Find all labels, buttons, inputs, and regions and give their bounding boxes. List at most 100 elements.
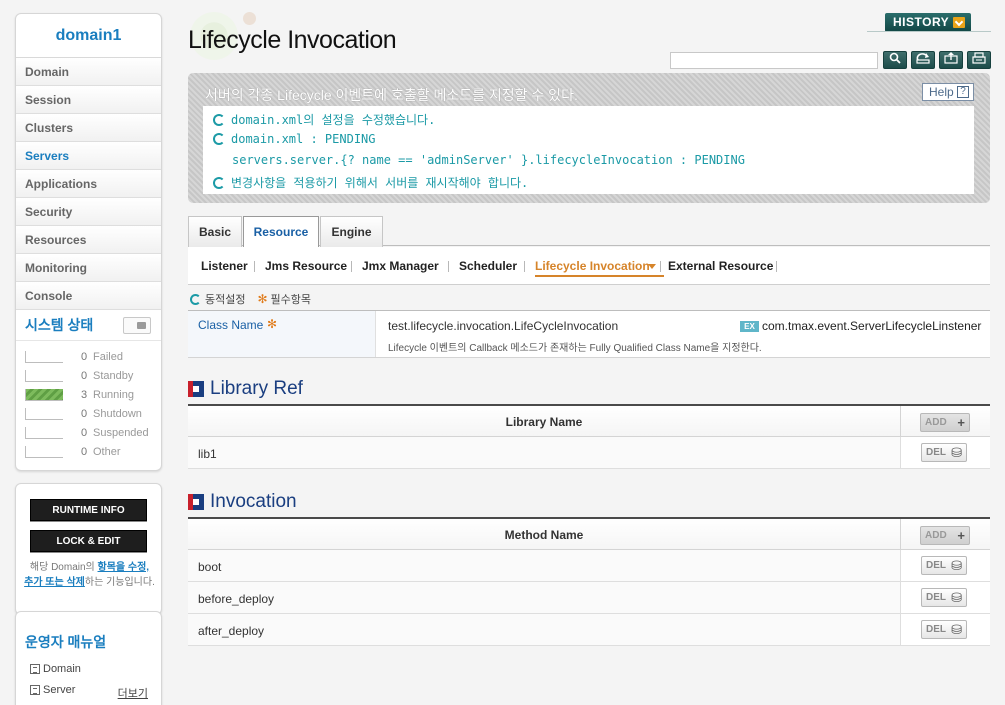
header-action-cell: ADD + [900,519,990,549]
status-label: Suspended [93,426,149,439]
nav-list: Domain Session Clusters Servers Applications… [16,58,161,310]
sidebar-item-security[interactable]: Security [16,198,161,226]
document-icon [30,664,40,674]
delete-method-button[interactable]: DEL ⛁ [921,588,967,607]
export-icon[interactable] [939,51,963,69]
section-icon [188,381,204,397]
search-input[interactable] [670,52,878,69]
sidebar-item-resources[interactable]: Resources [16,226,161,254]
add-library-button[interactable]: ADD + [920,413,970,432]
divider [660,261,661,272]
status-label: Running [93,388,134,401]
status-row-failed: 0 Failed [25,347,161,366]
legend-required-label: 필수항목 [270,294,311,306]
table-row: lib1 DEL ⛁ [188,437,990,469]
library-name-cell[interactable]: lib1 [198,447,217,461]
print-icon[interactable] [967,51,991,69]
legend-dynamic-label: 동적설정 [205,294,246,306]
sidebar-item-session[interactable]: Session [16,86,161,114]
domain-title[interactable]: domain1 [16,14,161,58]
status-row-standby: 0 Standby [25,366,161,385]
sidebar-item-applications[interactable]: Applications [16,170,161,198]
subtab-jmx-manager[interactable]: Jmx Manager [362,259,439,273]
class-name-label: Class Name [198,318,264,332]
message-text: domain.xml : PENDING [231,132,376,146]
plus-icon: + [957,415,965,430]
column-header-library-name: Library Name [505,415,583,429]
method-name-cell[interactable]: boot [198,560,221,574]
row-action-cell: DEL ⛁ [900,614,990,645]
main-tabs: Basic Resource Engine [188,216,990,248]
message-text: domain.xml의 설정을 수정했습니다. [231,113,436,127]
class-name-value[interactable]: test.lifecycle.invocation.LifeCycleInvoc… [388,319,618,333]
subtab-listener[interactable]: Listener [201,259,248,273]
example-badge: EX [740,321,759,332]
method-name-cell[interactable]: after_deploy [198,624,264,638]
del-label: DEL [926,592,946,603]
subtab-external-resource[interactable]: External Resource [668,259,773,273]
lock-edit-button[interactable]: LOCK & EDIT [30,530,147,552]
status-bar-fill [26,388,63,400]
decoration-dot [243,12,256,25]
tab-resource[interactable]: Resource [243,216,319,248]
system-status-title: 시스템 상태 [25,317,94,333]
row-action-cell: DEL ⛁ [900,582,990,613]
divider [351,261,352,272]
divider [776,261,777,272]
manual-panel: 운영자 매뉴얼 Domain Server 더보기 [15,611,162,705]
status-bar [25,350,63,363]
sidebar-item-servers[interactable]: Servers [16,142,161,170]
tab-engine[interactable]: Engine [320,216,383,247]
subtab-scheduler[interactable]: Scheduler [459,259,517,273]
edit-note-suffix: 하는 기능입니다. [84,577,155,588]
history-button[interactable]: HISTORY [885,13,971,32]
help-button[interactable]: Help ? [922,83,974,101]
message-line: domain.xml의 설정을 수정했습니다. [213,111,435,128]
chevron-down-icon [953,17,965,28]
status-row-shutdown: 0 Shutdown [25,404,161,423]
column-header-method-name: Method Name [504,528,584,542]
message-text: 변경사항을 적용하기 위해서 서버를 재시작해야 합니다. [231,176,529,190]
more-link[interactable]: 더보기 [118,685,148,701]
runtime-info-button[interactable]: RUNTIME INFO [30,499,147,521]
divider [254,261,255,272]
tab-basic[interactable]: Basic [188,216,242,247]
status-count: 0 [81,445,88,458]
status-row-other: 0 Other [25,442,161,461]
delete-library-button[interactable]: DEL ⛁ [921,443,967,462]
status-bar [25,407,63,420]
refresh-icon[interactable] [911,51,935,69]
history-divider [867,31,991,32]
search-icon[interactable] [883,51,907,69]
status-bar [25,426,63,439]
manual-item-server[interactable]: Server [30,684,75,696]
manual-item-domain[interactable]: Domain [30,663,81,675]
method-name-cell[interactable]: before_deploy [198,592,274,606]
status-list: 0 Failed 0 Standby 3 Running 0 Shutdown 0 Suspend… [16,340,161,467]
invocation-table: Method Name ADD + boot DEL ⛁ before_deploy… [188,517,990,646]
status-row-suspended: 0 Suspended [25,423,161,442]
sidebar-item-clusters[interactable]: Clusters [16,114,161,142]
subtab-lifecycle-invocation[interactable]: Lifecycle Invocation [535,259,664,277]
system-status-toggle-icon[interactable] [123,317,151,334]
table-header: Method Name ADD + [188,519,990,550]
sidebar-item-domain[interactable]: Domain [16,58,161,86]
status-count: 3 [81,388,88,401]
delete-method-button[interactable]: DEL ⛁ [921,556,967,575]
info-title: 서버의 각종 Lifecycle 이벤트에 호출할 메소드를 지정할 수 있다. [205,87,578,103]
class-name-label-cell: Class Name ✻ [188,311,376,357]
status-label: Shutdown [93,407,142,420]
system-status-header: 시스템 상태 [16,310,161,340]
sidebar-item-monitoring[interactable]: Monitoring [16,254,161,282]
delete-method-button[interactable]: DEL ⛁ [921,620,967,639]
required-star-icon: ✻ [257,292,268,306]
del-label: DEL [926,560,946,571]
caret-down-icon [648,264,656,269]
status-bar [25,388,63,401]
sidebar-item-console[interactable]: Console [16,282,161,310]
library-ref-title: Library Ref [188,378,303,400]
invocation-title-text: Invocation [210,491,297,512]
message-line: servers.server.{? name == 'adminServer' … [232,153,745,167]
add-method-button[interactable]: ADD + [920,526,970,545]
subtab-jms-resource[interactable]: Jms Resource [265,259,347,273]
